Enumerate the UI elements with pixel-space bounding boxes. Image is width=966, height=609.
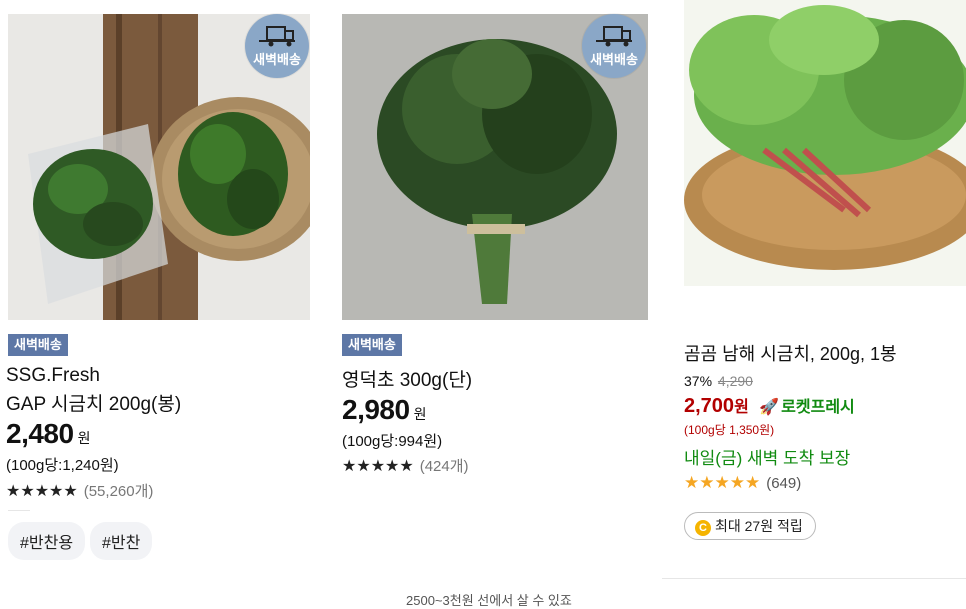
brand-name[interactable]: SSG.Fresh	[6, 365, 100, 387]
price: 2,480 원	[6, 418, 90, 450]
hashtag-button[interactable]: #반찬용	[8, 522, 86, 560]
divider	[8, 510, 30, 511]
product-name[interactable]: 곰곰 남해 시금치, 200g, 1봉	[684, 340, 897, 366]
star-icons: ★★★★★	[6, 483, 78, 500]
hashtag-button[interactable]: #반찬	[90, 522, 153, 560]
review-count: (649)	[766, 475, 802, 492]
currency: 원	[77, 430, 91, 446]
price-value: 2,480	[6, 418, 74, 449]
truck-icon	[596, 25, 632, 46]
star-icons: ★★★★★	[342, 458, 414, 475]
dawn-tag: 새벽배송	[8, 334, 68, 356]
review-count: (424개)	[419, 458, 469, 475]
product-card-2[interactable]: 새벽배송 새벽배송 영덕초 300g(단) 2,980 원 (100g당:994원…	[330, 0, 650, 600]
product-name[interactable]: GAP 시금치 200g(봉)	[6, 389, 181, 416]
currency: 원	[734, 399, 749, 416]
review-count: (55,260개)	[83, 483, 154, 500]
rating: ★★★★★ (424개)	[342, 455, 469, 476]
price: 2,980 원	[342, 394, 426, 426]
truck-icon	[259, 25, 295, 46]
rocket-fresh-label: 로켓프레시	[781, 399, 855, 416]
rating: ★★★★★ (649)	[684, 473, 801, 493]
price-row: 2,700원 🚀 로켓프레시	[684, 393, 855, 418]
discount-rate: 37%	[684, 373, 713, 389]
unit-price: (100g당 1,350원)	[684, 423, 775, 437]
original-price: 4,290	[717, 373, 753, 389]
delivery-badge-label: 새벽배송	[253, 51, 301, 67]
points-label: 최대 27원 적립	[715, 518, 803, 534]
price-value: 2,700	[684, 395, 735, 417]
dawn-delivery-badge: 새벽배송	[245, 14, 309, 78]
unit-price: (100g당:994원)	[342, 433, 443, 450]
price-value: 2,980	[342, 394, 410, 425]
unit-price: (100g당:1,240원)	[6, 457, 119, 474]
divider	[662, 578, 966, 579]
discount-row: 37% 4,290	[684, 373, 753, 389]
delivery-info: 내일(금) 새벽 도착 보장	[684, 449, 851, 468]
product-card-1[interactable]: 새벽배송 새벽배송 SSG.Fresh GAP 시금치 200g(봉) 2,48…	[0, 0, 320, 600]
product-card-3[interactable]: 곰곰 남해 시금치, 200g, 1봉 37% 4,290 2,700원 🚀 로켓…	[662, 0, 966, 600]
rocket-icon: 🚀	[759, 399, 780, 416]
dawn-tag: 새벽배송	[342, 334, 402, 356]
rating: ★★★★★ (55,260개)	[6, 480, 153, 501]
c-coin-icon: C	[695, 520, 711, 536]
currency: 원	[413, 406, 427, 422]
product-name[interactable]: 영덕초 300g(단)	[342, 365, 472, 392]
star-icons: ★★★★★	[684, 473, 761, 492]
delivery-badge-label: 새벽배송	[590, 51, 638, 67]
points-pill[interactable]: C 최대 27원 적립	[684, 512, 816, 540]
product-image-3[interactable]	[684, 0, 966, 286]
dawn-delivery-badge: 새벽배송	[582, 14, 646, 78]
